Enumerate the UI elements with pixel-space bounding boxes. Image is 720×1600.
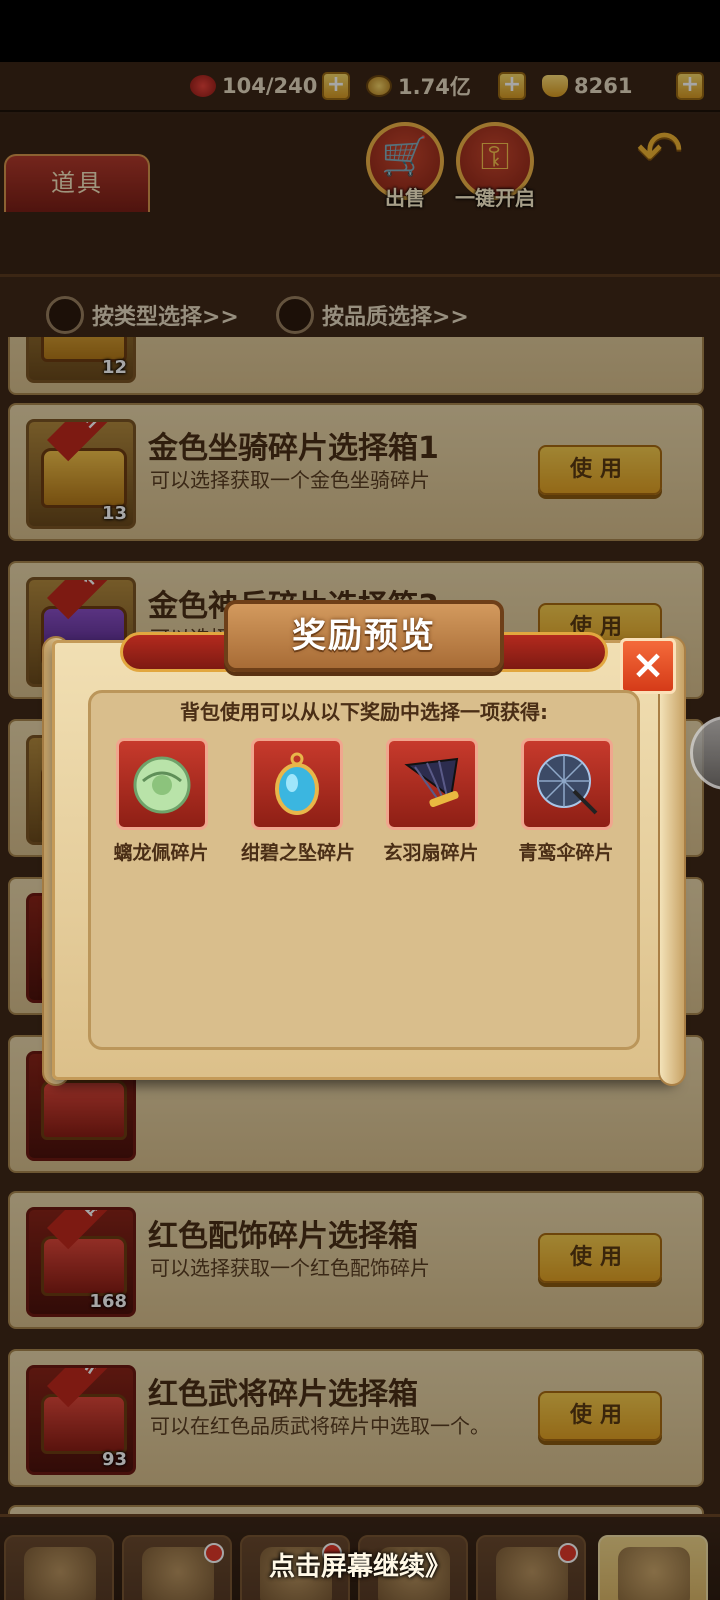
reward-name: 绀碧之坠碎片 xyxy=(241,842,356,864)
reward-frame xyxy=(386,738,478,830)
modal-title-plank: 奖励预览 xyxy=(224,600,504,672)
reward-frame xyxy=(521,738,613,830)
reward-item[interactable]: 青鸾伞碎片 xyxy=(511,738,621,865)
close-button[interactable]: × xyxy=(620,638,676,694)
reward-name: 螭龙佩碎片 xyxy=(113,842,209,864)
reward-item[interactable]: 螭龙佩碎片 xyxy=(106,738,216,865)
reward-frame xyxy=(251,738,343,830)
reward-item[interactable]: 玄羽扇碎片 xyxy=(376,738,486,865)
reward-item[interactable]: 绀碧之坠碎片 xyxy=(241,738,356,865)
reward-name: 玄羽扇碎片 xyxy=(383,842,479,864)
status-bar xyxy=(0,0,720,62)
blue-gem-pendant-icon xyxy=(275,752,319,815)
reward-preview-modal: 奖励预览 × 背包使用可以从以下奖励中选择一项获得: 螭龙佩碎片 绀碧之坠碎片 xyxy=(40,600,688,1090)
tap-to-continue-hint: 点击屏幕继续》 xyxy=(268,1552,451,1582)
modal-title: 奖励预览 xyxy=(292,616,436,656)
scroll-curl-right xyxy=(658,636,686,1086)
jade-pendant-icon xyxy=(133,756,191,814)
umbrella-icon xyxy=(537,754,598,815)
reward-name: 青鸾伞碎片 xyxy=(518,842,614,864)
reward-intro: 背包使用可以从以下奖励中选择一项获得: xyxy=(180,700,548,724)
feather-fan-icon xyxy=(404,757,459,808)
reward-frame xyxy=(116,738,208,830)
